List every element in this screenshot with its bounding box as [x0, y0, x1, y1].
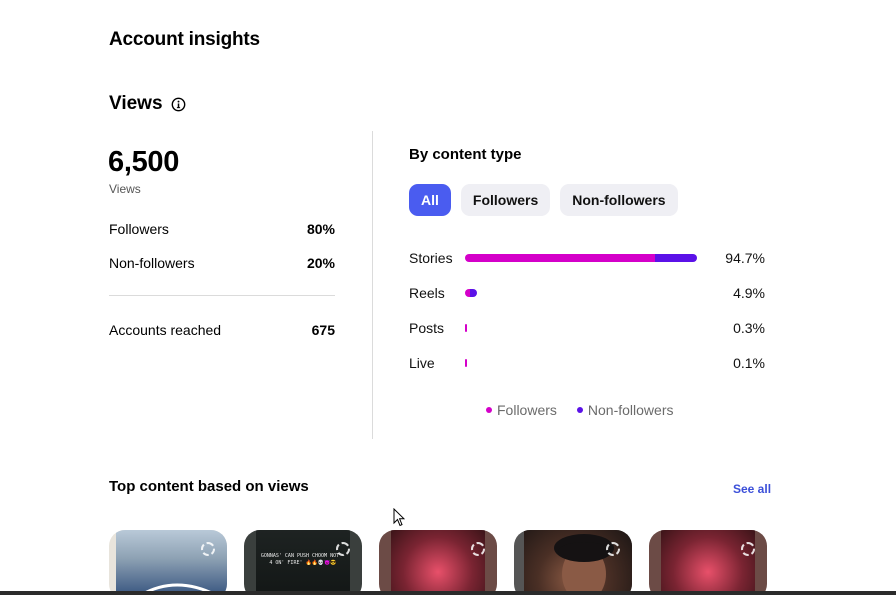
content-type-bar: [465, 324, 467, 332]
legend-label-nonfollowers: Non-followers: [587, 402, 674, 418]
content-type-pct: 0.1%: [733, 355, 765, 371]
mouse-pointer-icon: [393, 508, 405, 527]
by-content-type-title: By content type: [409, 146, 522, 163]
content-type-name: Live: [409, 355, 435, 371]
bar-segment-followers: [465, 254, 656, 262]
section-divider: [372, 131, 373, 439]
followers-stat-value: 80%: [306, 221, 335, 237]
bar-segment-nonfollowers: [469, 289, 477, 297]
content-type-pct: 94.7%: [725, 250, 765, 266]
top-content-thumbnail-3[interactable]: [379, 530, 497, 595]
thumbnail-caption: GONNAS' CAN PUSH CHOOM NOT - 4 ON' FIRE'…: [260, 553, 346, 566]
loading-icon: [606, 542, 620, 556]
accounts-reached-label: Accounts reached: [109, 322, 222, 338]
followers-dot-icon: [486, 407, 492, 413]
info-icon[interactable]: [171, 97, 186, 112]
legend-item-followers: Followers: [486, 402, 557, 418]
top-content-thumbnail-5[interactable]: [649, 530, 767, 595]
tab-all[interactable]: All: [409, 184, 451, 216]
stats-divider: [109, 295, 335, 296]
loading-icon: [201, 542, 215, 556]
bar-segment-followers: [465, 324, 467, 332]
followers-stat-label: Followers: [109, 221, 169, 237]
nonfollowers-stat-label: Non-followers: [109, 255, 195, 271]
content-type-bar: [465, 254, 697, 262]
content-type-pct: 0.3%: [733, 320, 765, 336]
content-type-filter-tabs: All Followers Non-followers: [409, 184, 678, 216]
thumbnail-image: [524, 530, 632, 595]
loading-icon: [741, 542, 755, 556]
legend-label-followers: Followers: [497, 402, 557, 418]
bottom-edge-bar: [0, 591, 896, 595]
content-type-row-reels: Reels 4.9%: [409, 283, 765, 303]
bar-segment-followers: [465, 359, 467, 367]
total-views-value: 6,500: [108, 146, 180, 178]
content-type-row-stories: Stories 94.7%: [409, 248, 765, 268]
loading-icon: [471, 542, 485, 556]
content-type-bar: [465, 289, 477, 297]
tab-followers[interactable]: Followers: [460, 184, 551, 216]
bar-segment-nonfollowers: [655, 254, 697, 262]
views-heading-label: Views: [109, 93, 163, 114]
nonfollowers-stat-row: Non-followers 20%: [109, 255, 335, 271]
top-content-thumbnail-2[interactable]: GONNAS' CAN PUSH CHOOM NOT - 4 ON' FIRE'…: [244, 530, 362, 595]
total-views-label: Views: [109, 182, 141, 196]
chart-legend: Followers Non-followers: [486, 402, 674, 418]
accounts-reached-row: Accounts reached 675: [109, 322, 335, 338]
content-type-row-posts: Posts 0.3%: [409, 318, 765, 338]
thumbnail-image: [661, 530, 755, 595]
thumbnail-image: [391, 530, 485, 595]
accounts-reached-value: 675: [311, 322, 335, 338]
nonfollowers-dot-icon: [576, 407, 583, 413]
legend-item-nonfollowers: Non-followers: [576, 402, 674, 418]
top-content-thumbnail-4[interactable]: [514, 530, 632, 595]
tab-non-followers[interactable]: Non-followers: [560, 184, 678, 216]
content-type-bar: [465, 359, 467, 367]
top-content-title: Top content based on views: [109, 478, 309, 495]
content-type-name: Reels: [409, 285, 445, 301]
views-heading: Views: [109, 93, 186, 115]
followers-stat-row: Followers 80%: [109, 221, 335, 237]
page-title: Account insights: [109, 29, 260, 50]
see-all-link[interactable]: See all: [733, 482, 771, 496]
loading-icon: [336, 542, 350, 556]
content-type-row-live: Live 0.1%: [409, 353, 765, 373]
content-type-name: Posts: [409, 320, 445, 336]
content-type-name: Stories: [409, 250, 453, 266]
top-content-thumbnail-1[interactable]: [109, 530, 227, 595]
thumbnail-image: [116, 530, 227, 595]
nonfollowers-stat-value: 20%: [306, 255, 335, 271]
content-type-pct: 4.9%: [733, 285, 765, 301]
